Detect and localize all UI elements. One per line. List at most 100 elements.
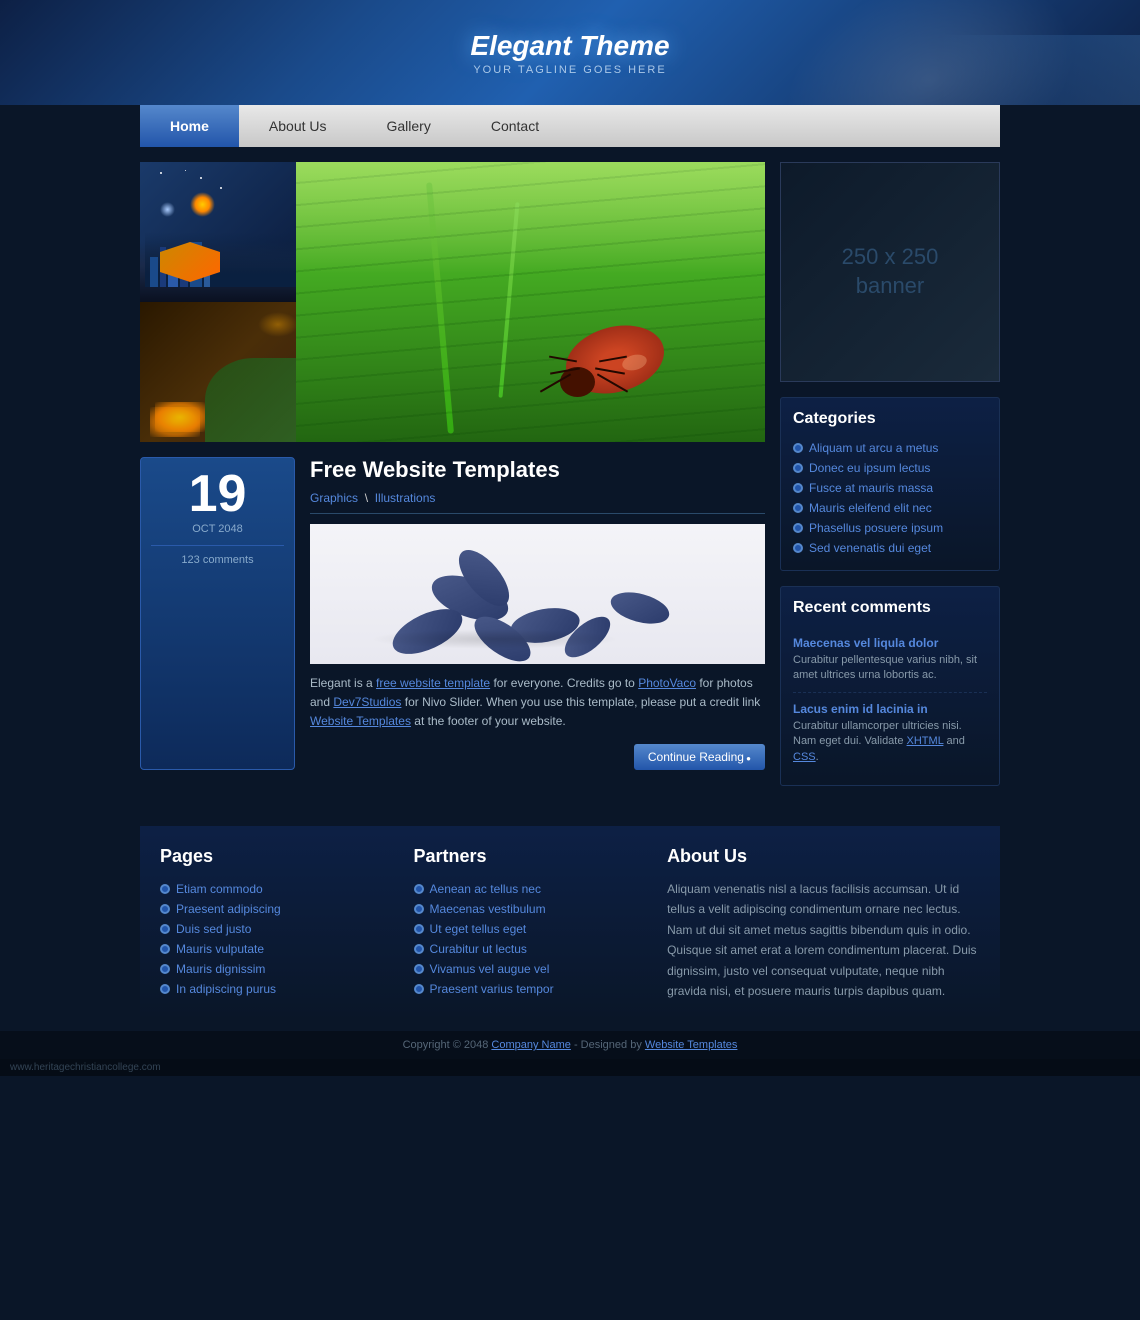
nav-contact[interactable]: Contact [461,105,569,147]
link-website-templates[interactable]: Website Templates [310,714,411,728]
company-link[interactable]: Company Name [491,1039,570,1051]
cat-bullet [793,463,803,473]
footer-link-item: Mauris vulputate [160,939,384,959]
nav-home[interactable]: Home [140,105,239,147]
link-xhtml[interactable]: XHTML [907,735,944,747]
footer-bullet [414,944,424,954]
footer-partners-col: Partners Aenean ac tellus nec Maecenas v… [414,846,638,1001]
footer-about-col: About Us Aliquam venenatis nisl a lacus … [667,846,980,1001]
slider-thumb-1[interactable] [140,162,303,302]
post-item: 19 OCT 2048 123 comments Free Website Te… [140,457,765,770]
comment-text-2: Curabitur ullamcorper ultricies nisi. Na… [793,719,987,765]
footer-page-link[interactable]: In adipiscing purus [176,982,276,996]
footer-partner-link[interactable]: Praesent varius tempor [430,982,554,996]
footer-page-link[interactable]: Mauris vulputate [176,942,264,956]
slider-thumb-2[interactable] [140,302,303,442]
continue-reading-button[interactable]: Continue Reading [634,744,765,770]
nav-gallery[interactable]: Gallery [357,105,461,147]
recent-comments-title: Recent comments [793,599,987,617]
post-categories: Graphics \ Illustrations [310,491,765,514]
footer-partner-link[interactable]: Vivamus vel augue vel [430,962,550,976]
footer-link-item: Praesent varius tempor [414,979,638,999]
cat-link[interactable]: Phasellus posuere ipsum [809,521,943,535]
post-title: Free Website Templates [310,457,765,483]
designed-by-text: - Designed by [574,1039,645,1051]
cat-item: Fusce at mauris massa [793,478,987,498]
cat-link[interactable]: Donec eu ipsum lectus [809,461,930,475]
image-slider[interactable] [140,162,765,442]
footer-link-item: Duis sed justo [160,919,384,939]
comment-link-1[interactable]: Maecenas vel liqula dolor [793,636,938,650]
site-title: Elegant Theme [470,30,669,62]
comment-link-2[interactable]: Lacus enim id lacinia in [793,702,928,716]
footer-link-item: Praesent adipiscing [160,899,384,919]
cat-bullet [793,543,803,553]
footer-bullet [414,924,424,934]
footer-bullet [160,944,170,954]
footer-bullet [160,964,170,974]
cat-item: Phasellus posuere ipsum [793,518,987,538]
link-css[interactable]: CSS [793,751,816,763]
footer-link-item: Ut eget tellus eget [414,919,638,939]
link-photovaco[interactable]: PhotoVaco [638,676,696,690]
footer-partner-link[interactable]: Maecenas vestibulum [430,902,546,916]
cat-illustrations[interactable]: Illustrations [375,491,436,505]
footer-bar: Copyright © 2048 Company Name - Designed… [0,1031,1140,1059]
banner-ad[interactable]: 250 x 250banner [780,162,1000,382]
slider-thumbnails [140,162,303,442]
footer-link-item: Mauris dignissim [160,959,384,979]
footer-bullet [160,904,170,914]
main-wrapper: 19 OCT 2048 123 comments Free Website Te… [140,147,1000,816]
footer-pages-title: Pages [160,846,384,867]
nav-about[interactable]: About Us [239,105,357,147]
footer-bullet [414,964,424,974]
footer-link-item: Aenean ac tellus nec [414,879,638,899]
comment-text-1: Curabitur pellentesque varius nibh, sit … [793,653,987,684]
cat-link[interactable]: Fusce at mauris massa [809,481,933,495]
footer-page-link[interactable]: Duis sed justo [176,922,251,936]
cat-item: Mauris eleifend elit nec [793,498,987,518]
cat-bullet [793,503,803,513]
categories-title: Categories [793,410,987,428]
footer-page-link[interactable]: Mauris dignissim [176,962,265,976]
post-comments-count[interactable]: 123 comments [151,545,284,566]
footer-link-item: Maecenas vestibulum [414,899,638,919]
footer-page-link[interactable]: Etiam commodo [176,882,263,896]
cat-bullet [793,443,803,453]
footer-about-text: Aliquam venenatis nisl a lacus facilisis… [667,879,980,1001]
footer-link-item: Curabitur ut lectus [414,939,638,959]
footer-bullet [414,884,424,894]
footer-bullet [160,924,170,934]
footer-partner-link[interactable]: Curabitur ut lectus [430,942,527,956]
copyright-text: Copyright © 2048 [403,1039,489,1051]
cat-item: Sed venenatis dui eget [793,538,987,558]
post-month-year: OCT 2048 [151,523,284,535]
site-tagline: YOUR TAGLINE GOES HERE [470,64,669,76]
footer-pages-col: Pages Etiam commodo Praesent adipiscing … [160,846,384,1001]
link-dev7studios[interactable]: Dev7Studios [333,695,401,709]
cat-link[interactable]: Sed venenatis dui eget [809,541,931,555]
cat-link[interactable]: Mauris eleifend elit nec [809,501,932,515]
site-title-block: Elegant Theme YOUR TAGLINE GOES HERE [470,30,669,76]
comment-title-2: Lacus enim id lacinia in [793,701,987,716]
comment-item-2: Lacus enim id lacinia in Curabitur ullam… [793,693,987,773]
footer-bullet [160,984,170,994]
footer-page-link[interactable]: Praesent adipiscing [176,902,281,916]
recent-comments-widget: Recent comments Maecenas vel liqula dolo… [780,586,1000,786]
cat-item: Donec eu ipsum lectus [793,458,987,478]
footer-bullet [414,984,424,994]
cat-item: Aliquam ut arcu a metus [793,438,987,458]
cat-link[interactable]: Aliquam ut arcu a metus [809,441,938,455]
footer-partner-link[interactable]: Aenean ac tellus nec [430,882,541,896]
template-link[interactable]: Website Templates [645,1039,738,1051]
nav-bar: Home About Us Gallery Contact [140,105,1000,147]
footer-partner-link[interactable]: Ut eget tellus eget [430,922,527,936]
link-free-template[interactable]: free website template [376,676,490,690]
post-day: 19 [151,468,284,520]
post-body: Free Website Templates Graphics \ Illust… [310,457,765,770]
content-area: 19 OCT 2048 123 comments Free Website Te… [140,162,765,801]
comment-item-1: Maecenas vel liqula dolor Curabitur pell… [793,627,987,693]
sidebar: 250 x 250banner Categories Aliquam ut ar… [780,162,1000,801]
cat-graphics[interactable]: Graphics [310,491,358,505]
footer-link-item: In adipiscing purus [160,979,384,999]
